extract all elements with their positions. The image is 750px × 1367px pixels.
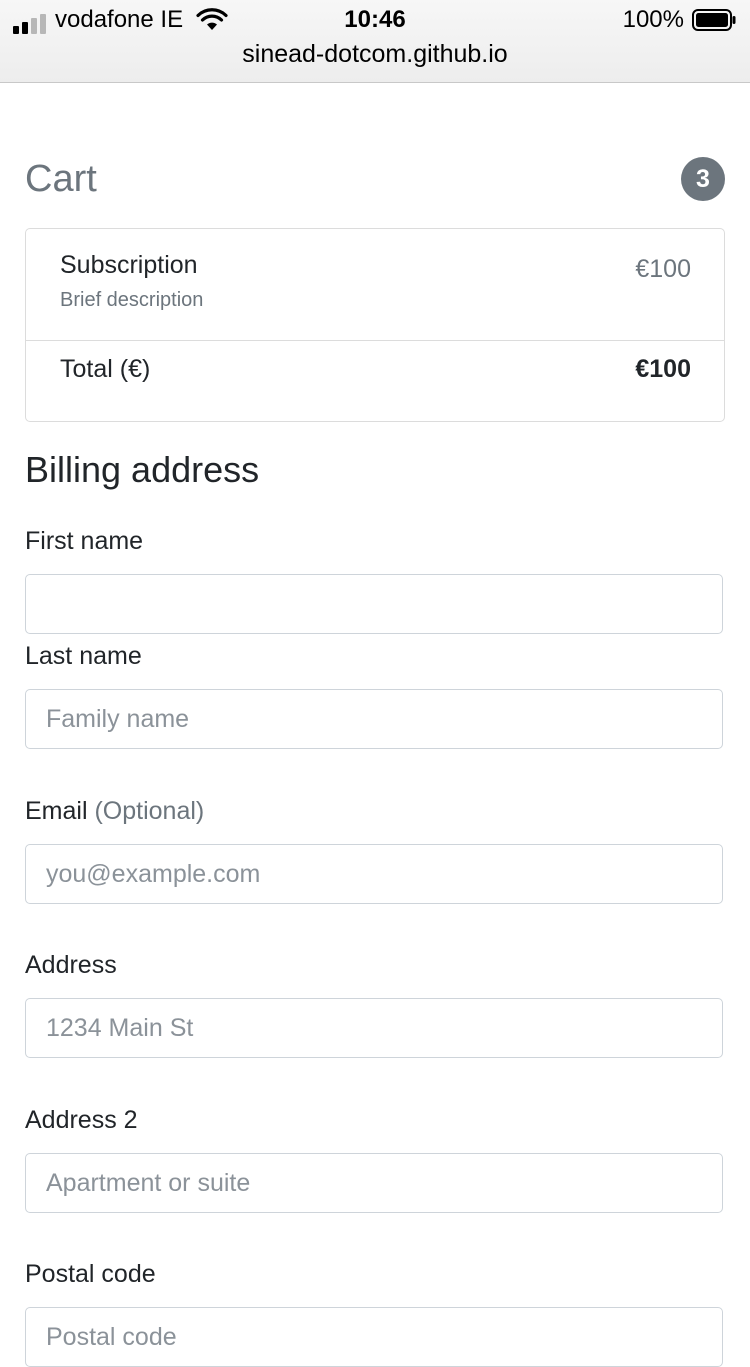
cart-title: Cart: [25, 158, 97, 200]
cart-header: Cart 3: [25, 156, 725, 206]
email-optional-hint: (Optional): [94, 797, 205, 825]
cart-total-label: Total (€): [60, 355, 151, 383]
address2-label: Address 2: [25, 1106, 138, 1134]
address-label: Address: [25, 951, 117, 979]
last-name-label: Last name: [25, 642, 142, 670]
battery-percent: 100%: [622, 6, 684, 33]
address-field[interactable]: [25, 998, 723, 1058]
address2-field[interactable]: [25, 1153, 723, 1213]
email-field[interactable]: [25, 844, 723, 904]
address-bar-url[interactable]: sinead-dotcom.github.io: [0, 40, 750, 69]
cart-item-description: Brief description: [60, 289, 204, 311]
cart-list: Subscription Brief description €100 Tota…: [25, 228, 725, 422]
first-name-label: First name: [25, 527, 144, 555]
billing-address-heading: Billing address: [25, 449, 260, 490]
first-name-field[interactable]: [25, 574, 723, 634]
postal-code-label: Postal code: [25, 1260, 156, 1288]
status-bar: vodafone IE 10:46 100%: [0, 6, 750, 36]
cart-count-badge: 3: [681, 157, 725, 201]
battery-icon: [692, 9, 736, 31]
cart-item-name: Subscription: [60, 251, 198, 279]
cart-item-price: €100: [635, 255, 691, 283]
postal-code-field[interactable]: [25, 1307, 723, 1367]
last-name-field[interactable]: [25, 689, 723, 749]
cart-total-value: €100: [635, 355, 691, 383]
email-label-row: Email (Optional): [25, 796, 204, 826]
browser-top-bar: vodafone IE 10:46 100% sinead-dotcom.git…: [0, 0, 750, 83]
email-label: Email: [25, 797, 88, 825]
cart-item: Subscription Brief description €100: [26, 229, 724, 341]
